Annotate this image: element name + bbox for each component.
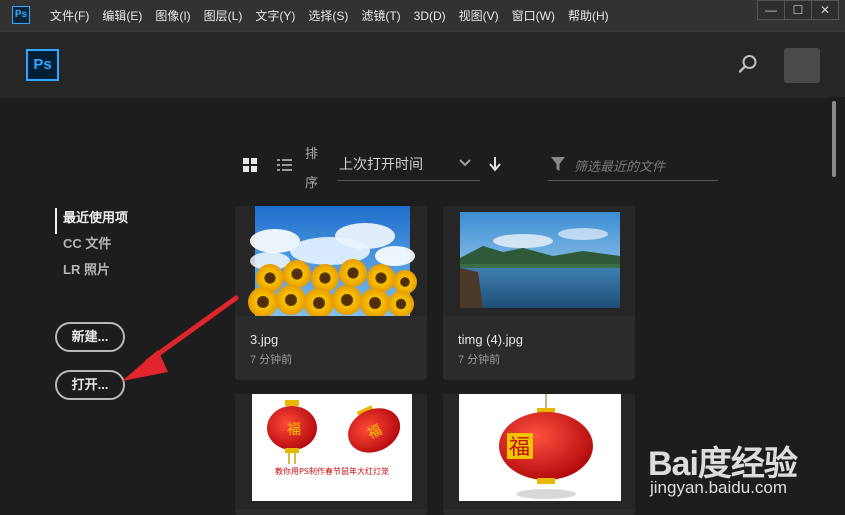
menu-3d[interactable]: 3D(D): [408, 9, 453, 23]
side-nav: 最近使用项 CC 文件 LR 照片: [55, 208, 128, 286]
sort-value: 上次打开时间: [339, 156, 423, 172]
sort-dropdown[interactable]: 上次打开时间: [337, 150, 480, 181]
photoshop-logo: Ps: [26, 49, 59, 81]
file-card[interactable]: 3.jpg 7 分钟前: [235, 206, 427, 380]
menu-help[interactable]: 帮助(H): [562, 7, 616, 24]
main-menu: 文件(F) 编辑(E) 图像(I) 图层(L) 文字(Y) 选择(S) 滤镜(T…: [44, 0, 616, 31]
grid-view-icon[interactable]: [243, 158, 257, 172]
sort-label: 排序: [305, 146, 319, 190]
menu-view[interactable]: 视图(V): [453, 7, 506, 24]
svg-text:福: 福: [509, 435, 530, 459]
new-button[interactable]: 新建...: [55, 322, 125, 352]
svg-text:福: 福: [287, 422, 301, 438]
menu-layer[interactable]: 图层(L): [198, 7, 250, 24]
scrollbar-thumb[interactable]: [832, 101, 836, 177]
home-header: Ps: [0, 31, 845, 98]
menu-image[interactable]: 图像(I): [149, 7, 197, 24]
file-thumbnail: [443, 206, 635, 316]
thumbnail-banner-text: 教你用PS制作春节鼠年大红灯笼: [275, 466, 389, 476]
photoshop-mini-icon[interactable]: Ps: [12, 6, 30, 24]
sort-direction-icon[interactable]: [488, 156, 502, 172]
nav-lr-photos[interactable]: LR 照片: [55, 260, 128, 286]
file-name: 3.jpg: [250, 332, 279, 347]
nav-recent[interactable]: 最近使用项: [55, 208, 128, 234]
maximize-button[interactable]: ☐: [784, 0, 812, 20]
file-time: 7 分钟前: [250, 354, 293, 366]
menu-filter[interactable]: 滤镜(T): [355, 7, 407, 24]
file-thumbnail: [235, 206, 427, 316]
menu-bar: Ps 文件(F) 编辑(E) 图像(I) 图层(L) 文字(Y) 选择(S) 滤…: [0, 0, 845, 31]
file-thumbnail: 福: [443, 394, 635, 509]
baidu-watermark: Bai度经验 jingyan.baidu.com: [648, 420, 838, 510]
watermark-url: jingyan.baidu.com: [650, 478, 788, 497]
menu-file[interactable]: 文件(F): [44, 7, 96, 24]
menu-edit[interactable]: 编辑(E): [96, 7, 149, 24]
search-icon[interactable]: [738, 54, 758, 74]
file-card[interactable]: timg (4).jpg 7 分钟前: [443, 206, 635, 380]
nav-cc-files[interactable]: CC 文件: [55, 234, 128, 260]
minimize-button[interactable]: —: [757, 0, 785, 20]
open-button[interactable]: 打开...: [55, 370, 125, 400]
file-name: timg (4).jpg: [458, 332, 524, 347]
window-controls: — ☐ ✕: [757, 0, 839, 20]
close-button[interactable]: ✕: [811, 0, 839, 20]
file-time: 7 分钟前: [458, 354, 501, 366]
filter-icon: [551, 157, 565, 171]
menu-select[interactable]: 选择(S): [302, 7, 355, 24]
filter-input[interactable]: 筛选最近的文件: [574, 156, 665, 175]
list-view-icon[interactable]: [277, 158, 292, 172]
chevron-down-icon: [459, 159, 471, 167]
file-card[interactable]: 福: [443, 394, 635, 515]
file-thumbnail: 福 福 教你用PS制作春节鼠年大红灯笼: [235, 394, 427, 509]
menu-type[interactable]: 文字(Y): [249, 7, 302, 24]
avatar[interactable]: [784, 48, 820, 83]
filter-field[interactable]: 筛选最近的文件: [548, 150, 718, 181]
file-card[interactable]: 福 福 教你用PS制作春节鼠年大红灯笼: [235, 394, 427, 515]
menu-window[interactable]: 窗口(W): [506, 7, 562, 24]
